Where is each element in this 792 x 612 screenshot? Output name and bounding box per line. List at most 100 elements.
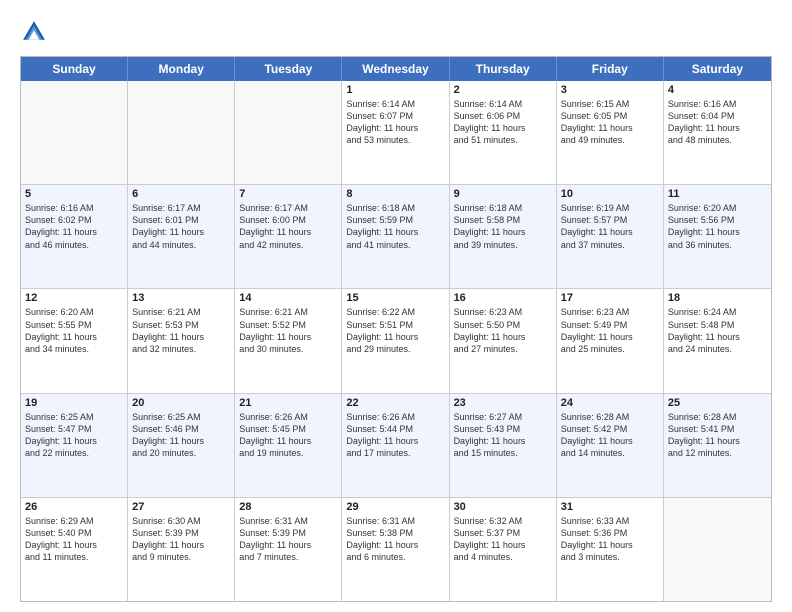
calendar: SundayMondayTuesdayWednesdayThursdayFrid… [20,56,772,602]
cell-info-line: Sunset: 5:36 PM [561,527,659,539]
day-number: 21 [239,397,337,409]
calendar-cell-5-7 [664,498,771,601]
cell-info-line: Sunrise: 6:17 AM [239,202,337,214]
cell-info-line: Sunset: 6:02 PM [25,214,123,226]
logo-icon [20,18,48,46]
day-number: 26 [25,501,123,513]
day-number: 8 [346,188,444,200]
cell-info-line: Sunrise: 6:27 AM [454,411,552,423]
calendar-cell-2-1: 5Sunrise: 6:16 AMSunset: 6:02 PMDaylight… [21,185,128,288]
calendar-cell-3-2: 13Sunrise: 6:21 AMSunset: 5:53 PMDayligh… [128,289,235,392]
cell-info-line: Daylight: 11 hours [239,226,337,238]
calendar-cell-1-1 [21,81,128,184]
calendar-cell-1-7: 4Sunrise: 6:16 AMSunset: 6:04 PMDaylight… [664,81,771,184]
cell-info-line: Sunset: 5:49 PM [561,319,659,331]
day-number: 18 [668,292,767,304]
cell-info-line: Sunrise: 6:24 AM [668,306,767,318]
calendar-cell-1-5: 2Sunrise: 6:14 AMSunset: 6:06 PMDaylight… [450,81,557,184]
cell-info-line: Sunset: 5:42 PM [561,423,659,435]
header [20,18,772,46]
cell-info-line: Daylight: 11 hours [561,122,659,134]
cell-info-line: Sunset: 6:00 PM [239,214,337,226]
cell-info-line: Sunrise: 6:20 AM [668,202,767,214]
cell-info-line: and 14 minutes. [561,447,659,459]
cell-info-line: Sunrise: 6:32 AM [454,515,552,527]
cell-info-line: Sunset: 5:46 PM [132,423,230,435]
calendar-cell-4-7: 25Sunrise: 6:28 AMSunset: 5:41 PMDayligh… [664,394,771,497]
day-number: 17 [561,292,659,304]
cell-info-line: and 3 minutes. [561,551,659,563]
cell-info-line: Sunrise: 6:28 AM [668,411,767,423]
cell-info-line: and 20 minutes. [132,447,230,459]
day-number: 9 [454,188,552,200]
cell-info-line: Sunset: 5:39 PM [239,527,337,539]
cell-info-line: and 41 minutes. [346,239,444,251]
cell-info-line: Daylight: 11 hours [25,539,123,551]
cell-info-line: Daylight: 11 hours [346,435,444,447]
calendar-cell-3-1: 12Sunrise: 6:20 AMSunset: 5:55 PMDayligh… [21,289,128,392]
cell-info-line: Daylight: 11 hours [132,226,230,238]
cell-info-line: Sunrise: 6:18 AM [346,202,444,214]
calendar-cell-4-1: 19Sunrise: 6:25 AMSunset: 5:47 PMDayligh… [21,394,128,497]
cell-info-line: Daylight: 11 hours [132,539,230,551]
calendar-header-row: SundayMondayTuesdayWednesdayThursdayFrid… [21,57,771,81]
header-day-sunday: Sunday [21,57,128,81]
day-number: 3 [561,84,659,96]
cell-info-line: and 29 minutes. [346,343,444,355]
calendar-week-1: 1Sunrise: 6:14 AMSunset: 6:07 PMDaylight… [21,81,771,184]
calendar-cell-2-2: 6Sunrise: 6:17 AMSunset: 6:01 PMDaylight… [128,185,235,288]
cell-info-line: Daylight: 11 hours [132,435,230,447]
calendar-week-5: 26Sunrise: 6:29 AMSunset: 5:40 PMDayligh… [21,497,771,601]
cell-info-line: Sunset: 5:40 PM [25,527,123,539]
cell-info-line: Sunrise: 6:31 AM [239,515,337,527]
calendar-cell-1-4: 1Sunrise: 6:14 AMSunset: 6:07 PMDaylight… [342,81,449,184]
cell-info-line: Daylight: 11 hours [668,226,767,238]
day-number: 15 [346,292,444,304]
cell-info-line: Sunrise: 6:16 AM [668,98,767,110]
cell-info-line: and 24 minutes. [668,343,767,355]
logo [20,18,52,46]
calendar-cell-4-3: 21Sunrise: 6:26 AMSunset: 5:45 PMDayligh… [235,394,342,497]
cell-info-line: and 17 minutes. [346,447,444,459]
calendar-week-2: 5Sunrise: 6:16 AMSunset: 6:02 PMDaylight… [21,184,771,288]
cell-info-line: Sunset: 5:57 PM [561,214,659,226]
cell-info-line: and 42 minutes. [239,239,337,251]
cell-info-line: Sunrise: 6:16 AM [25,202,123,214]
calendar-cell-3-4: 15Sunrise: 6:22 AMSunset: 5:51 PMDayligh… [342,289,449,392]
day-number: 22 [346,397,444,409]
cell-info-line: Sunrise: 6:19 AM [561,202,659,214]
cell-info-line: Sunrise: 6:18 AM [454,202,552,214]
cell-info-line: Sunrise: 6:31 AM [346,515,444,527]
cell-info-line: Sunrise: 6:14 AM [454,98,552,110]
cell-info-line: Daylight: 11 hours [454,539,552,551]
calendar-cell-5-1: 26Sunrise: 6:29 AMSunset: 5:40 PMDayligh… [21,498,128,601]
calendar-cell-2-5: 9Sunrise: 6:18 AMSunset: 5:58 PMDaylight… [450,185,557,288]
cell-info-line: Daylight: 11 hours [454,331,552,343]
day-number: 12 [25,292,123,304]
cell-info-line: Sunset: 6:04 PM [668,110,767,122]
cell-info-line: Daylight: 11 hours [239,539,337,551]
calendar-cell-2-4: 8Sunrise: 6:18 AMSunset: 5:59 PMDaylight… [342,185,449,288]
cell-info-line: Daylight: 11 hours [25,435,123,447]
day-number: 2 [454,84,552,96]
cell-info-line: Sunset: 5:58 PM [454,214,552,226]
calendar-cell-5-3: 28Sunrise: 6:31 AMSunset: 5:39 PMDayligh… [235,498,342,601]
cell-info-line: and 51 minutes. [454,134,552,146]
cell-info-line: Sunset: 5:45 PM [239,423,337,435]
day-number: 11 [668,188,767,200]
calendar-cell-4-5: 23Sunrise: 6:27 AMSunset: 5:43 PMDayligh… [450,394,557,497]
day-number: 7 [239,188,337,200]
cell-info-line: Sunrise: 6:28 AM [561,411,659,423]
cell-info-line: Daylight: 11 hours [454,122,552,134]
cell-info-line: Daylight: 11 hours [668,435,767,447]
cell-info-line: Daylight: 11 hours [25,226,123,238]
calendar-cell-3-3: 14Sunrise: 6:21 AMSunset: 5:52 PMDayligh… [235,289,342,392]
cell-info-line: and 27 minutes. [454,343,552,355]
cell-info-line: Sunset: 5:51 PM [346,319,444,331]
cell-info-line: Sunset: 5:55 PM [25,319,123,331]
cell-info-line: Sunrise: 6:26 AM [239,411,337,423]
cell-info-line: and 32 minutes. [132,343,230,355]
day-number: 25 [668,397,767,409]
cell-info-line: Daylight: 11 hours [25,331,123,343]
cell-info-line: and 36 minutes. [668,239,767,251]
